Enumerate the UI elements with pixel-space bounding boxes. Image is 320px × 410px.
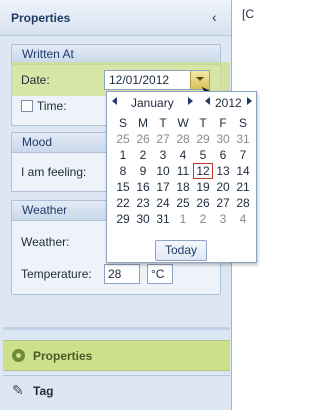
today-button[interactable]: Today <box>155 240 207 261</box>
calendar-day[interactable]: 21 <box>233 179 253 195</box>
calendar-day[interactable]: 25 <box>173 195 193 211</box>
calendar-day[interactable]: 27 <box>153 131 173 147</box>
calendar-day[interactable]: 7 <box>233 147 253 163</box>
calendar-day[interactable]: 25 <box>113 131 133 147</box>
calendar-day[interactable]: 10 <box>153 163 173 179</box>
collapse-panel-icon[interactable]: ‹ <box>212 10 217 24</box>
calendar-day[interactable]: 30 <box>133 211 153 227</box>
calendar-week: 15 16 17 18 19 20 21 <box>113 179 253 195</box>
calendar-day[interactable]: 26 <box>193 195 213 211</box>
next-year-icon[interactable] <box>247 97 252 105</box>
calendar-day[interactable]: 13 <box>213 163 233 179</box>
temperature-value[interactable]: 28 <box>108 267 121 281</box>
calendar-day[interactable]: 2 <box>133 147 153 163</box>
calendar-day[interactable]: 4 <box>233 211 253 227</box>
calendar-day[interactable]: 2 <box>193 211 213 227</box>
calendar-week: 25 26 27 28 29 30 31 <box>113 131 253 147</box>
calendar-week: 8 9 10 11 12 13 14 <box>113 163 253 179</box>
calendar-day[interactable]: 26 <box>133 131 153 147</box>
calendar-day[interactable]: 6 <box>213 147 233 163</box>
properties-icon <box>12 349 25 362</box>
weather-label: Weather: <box>21 235 70 249</box>
calendar-day[interactable]: 24 <box>153 195 173 211</box>
calendar-day[interactable]: 31 <box>233 131 253 147</box>
calendar-day[interactable]: 15 <box>113 179 133 195</box>
nav-tag-item[interactable]: ✎ Tag <box>3 375 230 404</box>
date-label: Date: <box>21 73 50 87</box>
panel-header: Properties ‹ <box>0 0 231 36</box>
calendar-week: 29 30 31 1 2 3 4 <box>113 211 253 227</box>
nav-tag-label: Tag <box>33 384 54 398</box>
feeling-label: I am feeling: <box>21 165 87 179</box>
calendar-day[interactable]: 20 <box>213 179 233 195</box>
previous-month-icon[interactable] <box>112 97 117 105</box>
document-tab-label[interactable]: [C <box>242 7 254 21</box>
calendar-dropdown: January 2012 S M T W T F S 25 26 27 28 2… <box>106 91 257 263</box>
calendar-day[interactable]: 30 <box>213 131 233 147</box>
weekday-header: S <box>118 116 127 130</box>
weekday-header: W <box>177 116 189 130</box>
weekday-header-row: S M T W T F S <box>113 115 253 131</box>
calendar-day[interactable]: 14 <box>233 163 253 179</box>
calendar-day[interactable]: 19 <box>193 179 213 195</box>
temperature-label: Temperature: <box>21 267 92 281</box>
weekday-header: T <box>159 116 167 130</box>
nav-properties-item[interactable]: Properties <box>3 340 230 371</box>
calendar-day[interactable]: 29 <box>113 211 133 227</box>
unit-select[interactable]: °C <box>147 264 173 284</box>
weekday-header: T <box>199 116 207 130</box>
panel-title: Properties <box>11 11 71 25</box>
calendar-day[interactable]: 5 <box>193 147 213 163</box>
date-value[interactable]: 12/01/2012 <box>109 73 169 87</box>
calendar-day-selected[interactable]: 12 <box>193 163 213 179</box>
calendar-day[interactable]: 17 <box>153 179 173 195</box>
calendar-day[interactable]: 11 <box>173 163 193 179</box>
temperature-input[interactable]: 28 <box>104 264 140 284</box>
calendar-day[interactable]: 1 <box>173 211 193 227</box>
calendar-day[interactable]: 9 <box>133 163 153 179</box>
calendar-day[interactable]: 3 <box>213 211 233 227</box>
time-checkbox[interactable] <box>21 100 33 112</box>
calendar-week: 22 23 24 25 26 27 28 <box>113 195 253 211</box>
calendar-day[interactable]: 22 <box>113 195 133 211</box>
pencil-icon: ✎ <box>12 382 24 398</box>
calendar-day[interactable]: 28 <box>233 195 253 211</box>
chevron-down-icon <box>196 77 204 81</box>
calendar-day[interactable]: 23 <box>133 195 153 211</box>
calendar-day[interactable]: 27 <box>213 195 233 211</box>
next-month-icon[interactable] <box>188 97 193 105</box>
nav-properties-label: Properties <box>33 349 93 363</box>
calendar-month: January <box>131 96 174 110</box>
date-picker-field[interactable]: 12/01/2012 <box>104 70 210 90</box>
unit-value[interactable]: °C <box>151 267 164 281</box>
previous-year-icon[interactable] <box>205 97 210 105</box>
calendar-day[interactable]: 1 <box>113 147 133 163</box>
weekday-header: S <box>238 116 247 130</box>
weekday-header: F <box>219 116 227 130</box>
calendar-day[interactable]: 8 <box>113 163 133 179</box>
calendar-day[interactable]: 18 <box>173 179 193 195</box>
calendar-day[interactable]: 31 <box>153 211 173 227</box>
calendar-grid: S M T W T F S 25 26 27 28 29 30 31 1 2 3… <box>113 115 253 227</box>
calendar-day[interactable]: 4 <box>173 147 193 163</box>
calendar-day[interactable]: 3 <box>153 147 173 163</box>
calendar-day[interactable]: 28 <box>173 131 193 147</box>
weekday-header: M <box>138 116 148 130</box>
calendar-day[interactable]: 16 <box>133 179 153 195</box>
navigation-splitter[interactable] <box>3 327 230 330</box>
calendar-year: 2012 <box>215 96 242 110</box>
calendar-week: 1 2 3 4 5 6 7 <box>113 147 253 163</box>
time-label: Time: <box>37 99 67 113</box>
calendar-day[interactable]: 29 <box>193 131 213 147</box>
